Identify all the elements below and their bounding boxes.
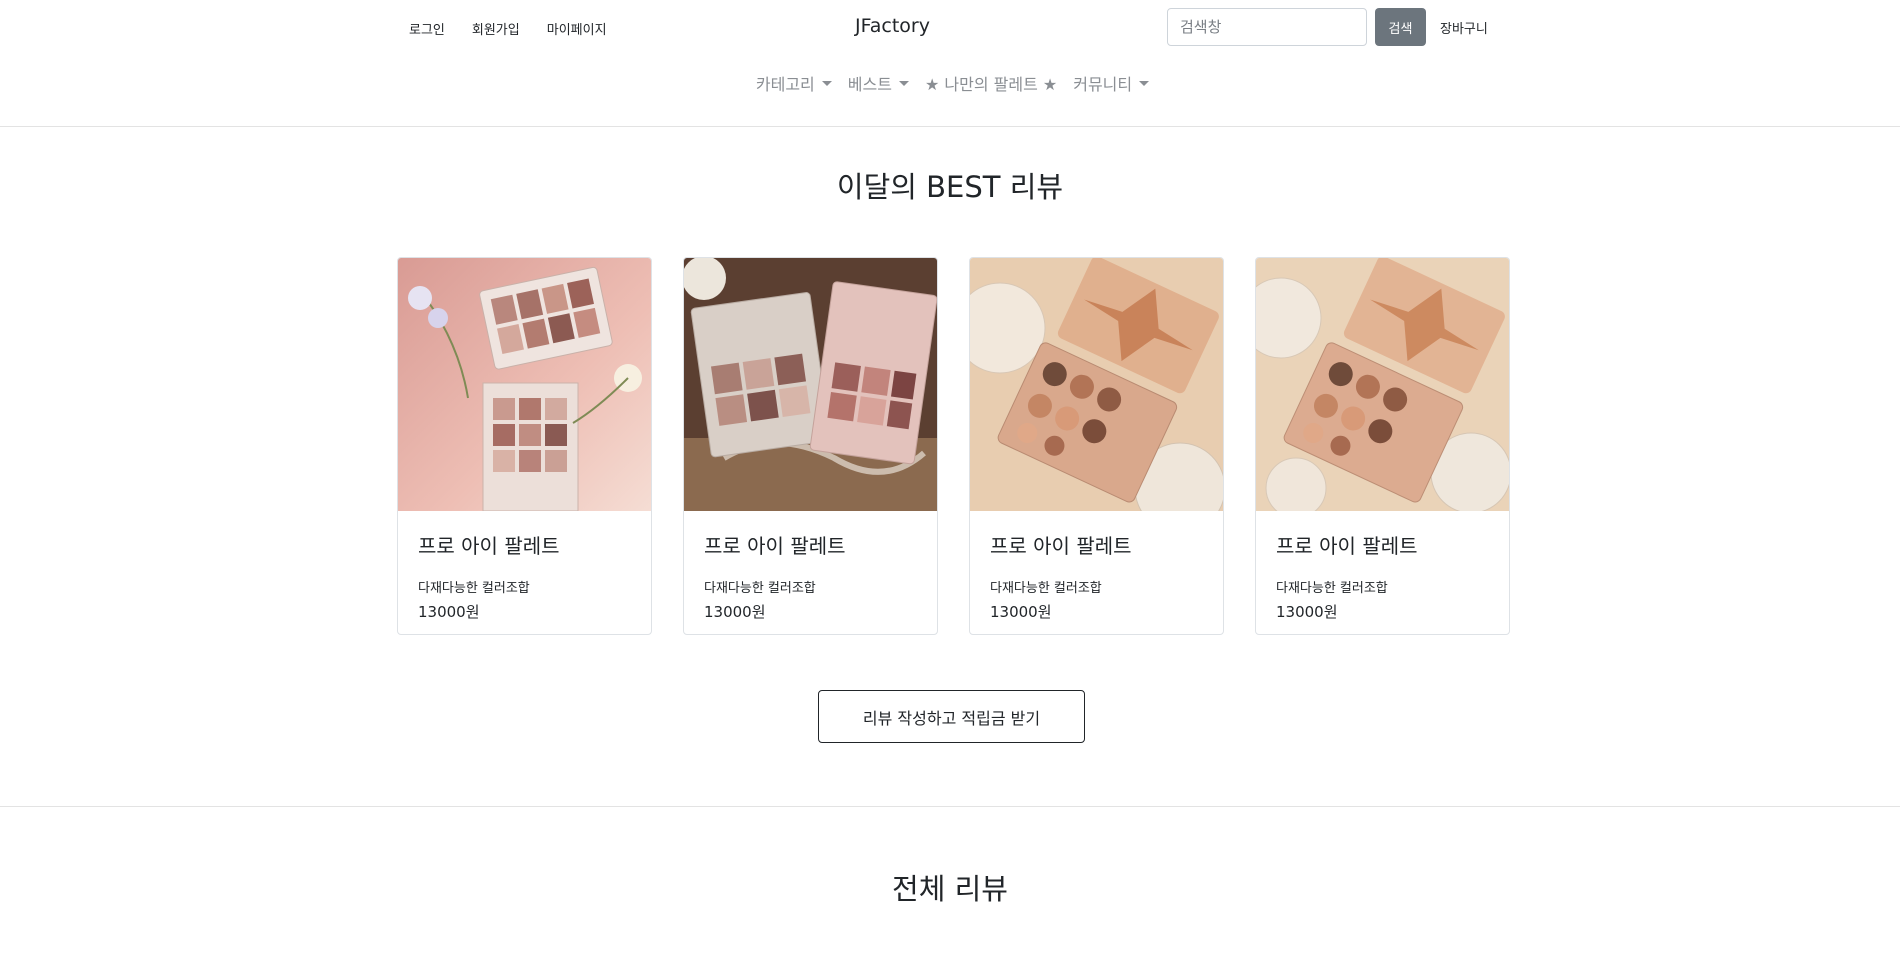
brand-logo[interactable]: JFactory (0, 15, 1785, 37)
nav-item-label: ★ 나만의 팔레트 ★ (924, 75, 1058, 94)
card-description: 다재다능한 컬러조합 (418, 581, 530, 596)
card-price: 13000원 (704, 603, 766, 621)
review-card[interactable]: 프로 아이 팔레트 다재다능한 컬러조합 13000원 (397, 257, 652, 635)
best-review-cards: 프로 아이 팔레트 다재다능한 컬러조합 13000원 프로 아이 팔레트 다재… (397, 257, 1510, 635)
card-title: 프로 아이 팔레트 (704, 534, 846, 558)
search-area: 검색 장바구니 (1167, 8, 1488, 46)
section-divider (0, 806, 1900, 807)
nav-item-label: 카테고리 (755, 75, 815, 94)
write-review-button[interactable]: 리뷰 작성하고 적립금 받기 (818, 690, 1085, 743)
nav-item-community[interactable]: 커뮤니티 (1073, 71, 1150, 95)
caret-down-icon (821, 80, 832, 86)
product-image (1256, 258, 1509, 511)
card-title: 프로 아이 팔레트 (418, 534, 560, 558)
review-card[interactable]: 프로 아이 팔레트 다재다능한 컬러조합 13000원 (969, 257, 1224, 635)
review-card[interactable]: 프로 아이 팔레트 다재다능한 컬러조합 13000원 (683, 257, 938, 635)
caret-down-icon (898, 80, 909, 86)
card-description: 다재다능한 컬러조합 (704, 581, 816, 596)
product-image (398, 258, 651, 511)
product-image (970, 258, 1223, 511)
card-title: 프로 아이 팔레트 (1276, 534, 1418, 558)
card-description: 다재다능한 컬러조합 (1276, 581, 1388, 596)
card-price: 13000원 (418, 603, 480, 621)
all-reviews-title: 전체 리뷰 (892, 872, 1008, 906)
nav-item-my-palette[interactable]: ★ 나만의 팔레트 ★ (925, 71, 1057, 95)
header-divider (0, 126, 1900, 127)
review-card[interactable]: 프로 아이 팔레트 다재다능한 컬러조합 13000원 (1255, 257, 1510, 635)
site-header: 로그인 회원가입 마이페이지 JFactory 검색 장바구니 카테고리 베스트… (0, 0, 1900, 127)
card-price: 13000원 (990, 603, 1052, 621)
nav-item-label: 커뮤니티 (1073, 75, 1133, 94)
nav-item-label: 베스트 (847, 75, 892, 94)
top-bar: 로그인 회원가입 마이페이지 JFactory 검색 장바구니 (0, 0, 1900, 54)
card-description: 다재다능한 컬러조합 (990, 581, 1102, 596)
caret-down-icon (1139, 80, 1150, 86)
product-image (684, 258, 937, 511)
search-input[interactable] (1167, 8, 1367, 46)
card-price: 13000원 (1276, 603, 1338, 621)
nav-item-category[interactable]: 카테고리 (756, 71, 832, 95)
cart-link[interactable]: 장바구니 (1440, 18, 1488, 37)
nav-item-best[interactable]: 베스트 (848, 71, 909, 95)
search-button[interactable]: 검색 (1375, 8, 1426, 46)
card-title: 프로 아이 팔레트 (990, 534, 1132, 558)
best-review-title: 이달의 BEST 리뷰 (836, 170, 1064, 204)
category-nav: 카테고리 베스트 ★ 나만의 팔레트 ★ 커뮤니티 (0, 71, 1900, 95)
